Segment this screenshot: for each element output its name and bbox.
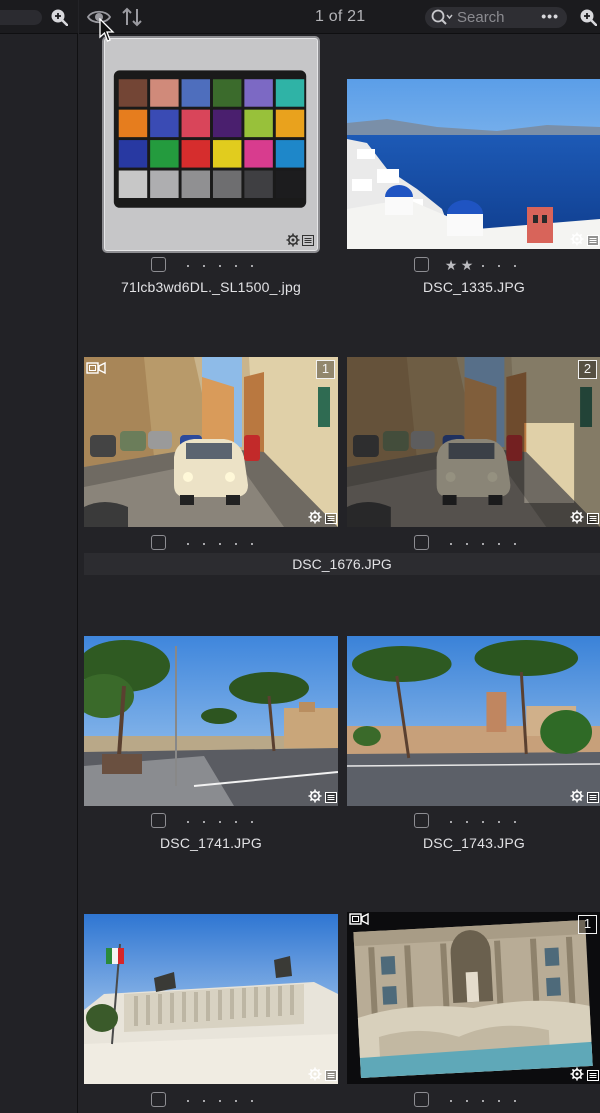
metadata-icon[interactable] — [587, 235, 599, 246]
select-checkbox[interactable] — [151, 257, 166, 272]
select-checkbox[interactable] — [151, 535, 166, 550]
select-checkbox[interactable] — [414, 813, 429, 828]
thumbnail-street-car-variant[interactable]: 2 — [347, 357, 600, 527]
photo-filename: DSC_1335.JPG — [422, 279, 525, 295]
street-car-image — [84, 357, 338, 527]
star-rating[interactable]: · · · · · — [443, 534, 523, 552]
stack-filename: DSC_1676.JPG — [292, 556, 392, 572]
search-icon[interactable] — [431, 9, 453, 26]
metadata-icon[interactable] — [587, 792, 599, 803]
select-checkbox[interactable] — [414, 257, 429, 272]
street-car-variant-image — [347, 357, 600, 527]
thumbnail-roman-pines-2[interactable] — [347, 636, 600, 806]
gear-icon[interactable] — [570, 1067, 584, 1081]
zoom-in-icon[interactable] — [50, 8, 68, 26]
star-rating[interactable]: · · · · · — [443, 1091, 523, 1109]
gear-icon[interactable] — [570, 232, 584, 246]
mouse-pointer-icon — [99, 18, 115, 42]
photo-7-controls: · · · · · — [84, 1091, 338, 1109]
star-rating[interactable]: · · · · · — [180, 1091, 260, 1109]
select-checkbox[interactable] — [414, 1092, 429, 1107]
stack-count-badge: 2 — [578, 360, 597, 379]
select-checkbox[interactable] — [151, 813, 166, 828]
metadata-icon[interactable] — [325, 513, 337, 524]
stack-count-badge: 1 — [316, 360, 335, 379]
star-rating[interactable]: ★ ★ · · · — [443, 256, 523, 274]
gear-icon[interactable] — [308, 510, 322, 524]
star-rating[interactable]: · · · · · — [443, 812, 523, 830]
monument-image — [84, 914, 338, 1084]
sort-icon[interactable] — [121, 7, 143, 27]
search-field[interactable]: ••• — [425, 7, 567, 28]
metadata-icon[interactable] — [587, 513, 599, 524]
photo-filename: DSC_1743.JPG — [422, 835, 525, 851]
metadata-icon[interactable] — [325, 792, 337, 803]
select-checkbox[interactable] — [414, 535, 429, 550]
metadata-icon[interactable] — [302, 235, 314, 246]
left-search-field[interactable] — [0, 10, 42, 25]
photo-2-controls: ★ ★ · · · — [347, 256, 600, 274]
thumbnail-street-car[interactable]: 1 — [84, 357, 338, 527]
thumbnail-monument[interactable] — [84, 914, 338, 1084]
photo-filename: DSC_1741.JPG — [159, 835, 262, 851]
stack-group-bar[interactable]: DSC_1676.JPG — [84, 553, 600, 575]
photo-6-controls: · · · · · — [347, 812, 600, 830]
thumbnail-trevi-fountain[interactable]: 1 — [347, 912, 600, 1084]
metadata-icon[interactable] — [587, 1070, 599, 1081]
zoom-in-icon[interactable] — [579, 8, 597, 26]
roman-pines-image — [347, 636, 600, 806]
thumbnail-roman-pines-1[interactable] — [84, 636, 338, 806]
photo-3-controls: · · · · · — [84, 534, 338, 552]
gear-icon[interactable] — [286, 233, 300, 247]
video-icon — [86, 361, 106, 375]
browser-toolbar: 1 of 21 ••• — [79, 0, 600, 34]
select-checkbox[interactable] — [151, 1092, 166, 1107]
photo-4-controls: · · · · · — [347, 534, 600, 552]
star-rating[interactable]: · · · · · — [180, 256, 260, 274]
santorini-image — [347, 79, 600, 249]
search-options-button[interactable]: ••• — [541, 8, 559, 24]
trevi-fountain-image — [347, 912, 600, 1084]
gear-icon[interactable] — [570, 510, 584, 524]
metadata-icon[interactable] — [325, 1070, 337, 1081]
color-checker-image — [113, 70, 307, 208]
thumbnail-color-checker[interactable] — [102, 36, 320, 253]
stack-count-badge: 1 — [578, 915, 597, 934]
photo-5-controls: · · · · · — [84, 812, 338, 830]
gear-icon[interactable] — [570, 789, 584, 803]
left-panel — [0, 0, 78, 1113]
star-rating[interactable]: · · · · · — [180, 534, 260, 552]
left-panel-header — [0, 0, 78, 34]
photo-1-controls: · · · · · — [84, 256, 338, 274]
thumbnail-santorini[interactable] — [347, 79, 600, 249]
gear-icon[interactable] — [308, 1067, 322, 1081]
search-input[interactable] — [457, 8, 535, 27]
photo-filename: 71lcb3wd6DL._SL1500_.jpg — [121, 279, 301, 295]
video-icon — [349, 912, 369, 926]
gear-icon[interactable] — [308, 789, 322, 803]
star-rating[interactable]: · · · · · — [180, 812, 260, 830]
photo-counter: 1 of 21 — [315, 8, 366, 25]
photo-8-controls: · · · · · — [347, 1091, 600, 1109]
roman-pines-image — [84, 636, 338, 806]
